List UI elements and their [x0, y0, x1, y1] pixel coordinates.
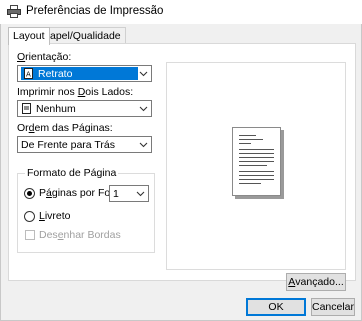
text-line — [239, 143, 251, 144]
page-order-selected-value: De Frente para Trás — [21, 138, 115, 151]
pages-per-sheet-select[interactable]: 1 — [109, 185, 149, 202]
text-line — [239, 153, 274, 154]
booklet-label: Livreto — [39, 210, 71, 222]
chevron-down-icon — [139, 71, 148, 77]
draw-borders-label: Desenhar Bordas — [39, 229, 121, 241]
duplex-selected-value: Nenhum — [21, 102, 76, 115]
single-page-icon — [22, 103, 31, 114]
text-line — [239, 165, 267, 166]
title-bar: Preferências de Impressão — [0, 0, 362, 24]
ok-button[interactable]: OK — [246, 298, 306, 316]
draw-borders-checkbox[interactable] — [25, 230, 35, 240]
booklet-radio[interactable] — [24, 211, 35, 222]
orientation-label: Orientação: — [17, 51, 72, 63]
orientation-select[interactable]: A Retrato — [17, 65, 152, 82]
printer-icon — [7, 5, 21, 18]
chevron-down-icon — [136, 191, 145, 197]
cancel-button[interactable]: Cancelar — [311, 298, 355, 316]
pages-per-sheet-radio[interactable] — [24, 188, 35, 199]
page-preview — [232, 127, 281, 196]
page-order-label: Ordem das Páginas: — [17, 122, 113, 134]
dialog-body: Layout Papel/Qualidade Orientação: A Ret… — [0, 24, 362, 321]
text-line — [239, 183, 261, 184]
chevron-down-icon — [139, 106, 148, 112]
text-line — [239, 175, 274, 176]
duplex-select[interactable]: Nenhum — [17, 100, 152, 117]
page-format-group: Formato de Página Páginas por Folha 1 Li… — [17, 167, 155, 253]
text-line — [239, 135, 256, 136]
text-line — [239, 171, 274, 172]
text-line — [239, 157, 274, 158]
pages-per-sheet-value: 1 — [113, 187, 119, 200]
window-title: Preferências de Impressão — [26, 5, 164, 17]
text-line — [239, 139, 263, 140]
layout-panel: Orientação: A Retrato Imprimir nos Dois … — [8, 43, 356, 281]
duplex-label: Imprimir nos Dois Lados: — [17, 86, 134, 98]
tab-paper-quality[interactable]: Papel/Qualidade — [38, 27, 126, 44]
tab-layout[interactable]: Layout — [8, 27, 50, 45]
radio-selected-dot — [27, 191, 32, 196]
advanced-button[interactable]: Avançado... — [286, 273, 346, 291]
page-format-title: Formato de Página — [25, 167, 119, 179]
chevron-down-icon — [139, 142, 148, 148]
text-line — [239, 179, 274, 180]
page-order-select[interactable]: De Frente para Trás — [17, 136, 152, 153]
portrait-page-icon: A — [24, 68, 33, 79]
layout-preview — [166, 62, 346, 270]
svg-text:A: A — [26, 71, 31, 79]
text-line — [239, 149, 274, 150]
orientation-selected-value: A Retrato — [21, 67, 138, 80]
text-line — [239, 161, 274, 162]
